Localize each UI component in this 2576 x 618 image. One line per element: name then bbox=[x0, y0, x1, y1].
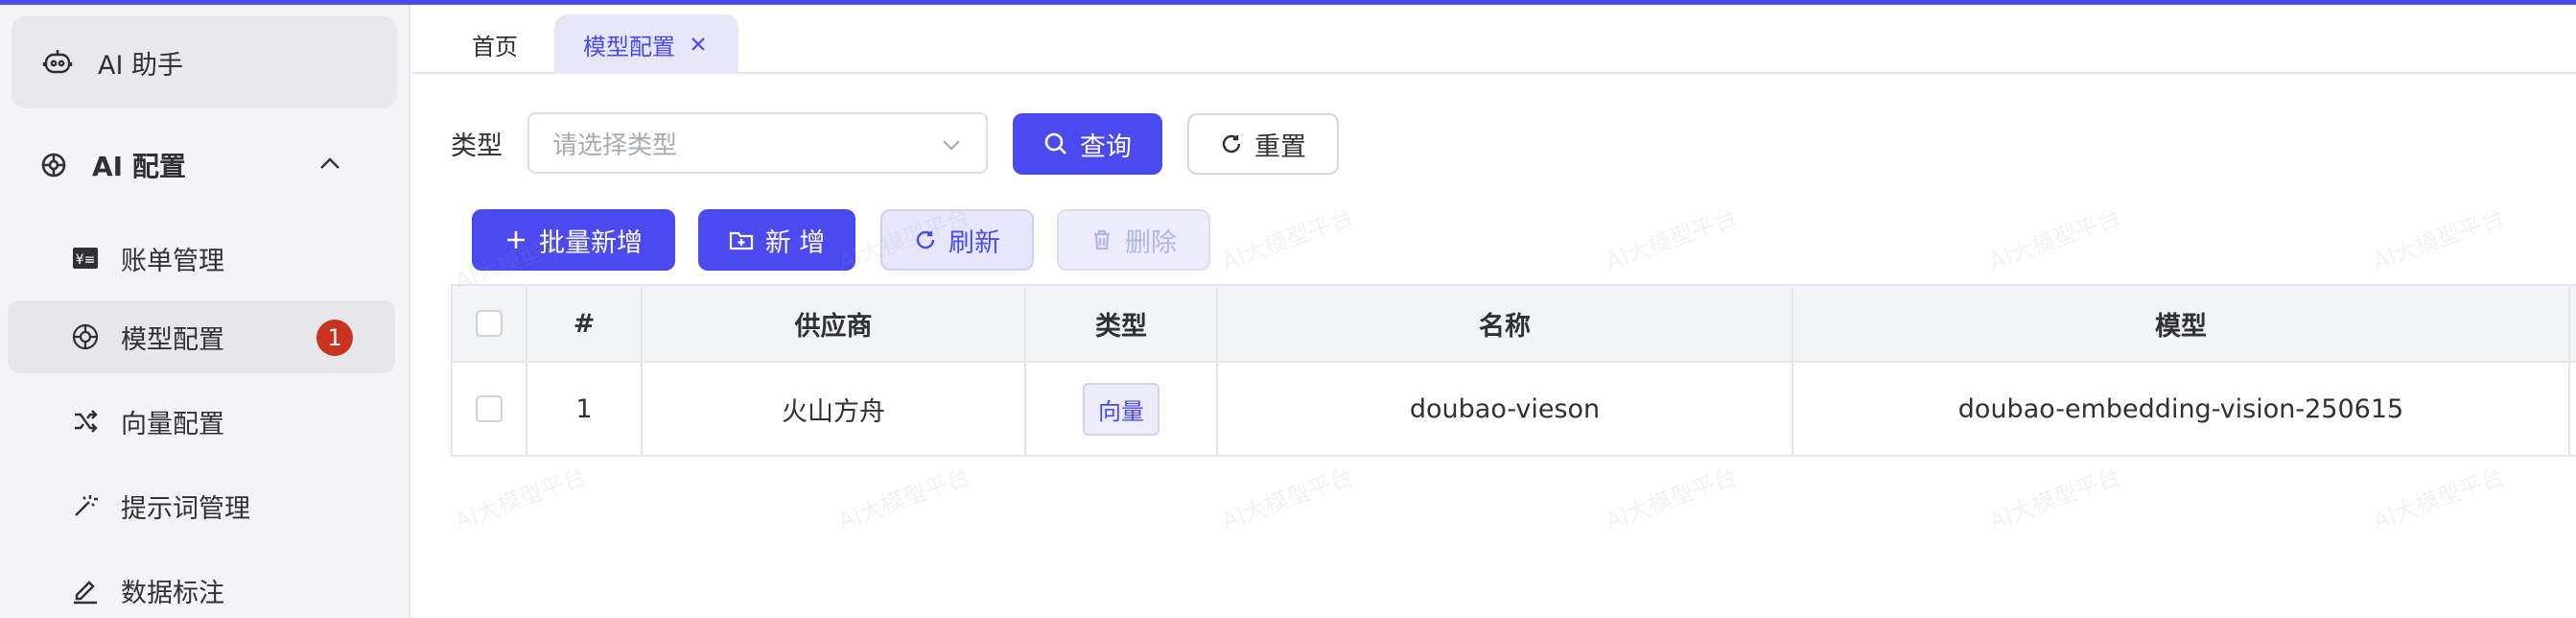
sidebar-item-label: 向量配置 bbox=[121, 409, 224, 440]
plus-icon bbox=[504, 228, 527, 251]
refresh-button[interactable]: 刷新 bbox=[880, 209, 1034, 271]
column-header-type: 类型 bbox=[1026, 286, 1218, 361]
watermark: AI大模型平台 bbox=[1218, 463, 1357, 535]
tab-label: 模型配置 bbox=[583, 33, 675, 60]
tab-model-config[interactable]: 模型配置 bbox=[554, 14, 738, 74]
sidebar-item-label: 模型配置 bbox=[121, 324, 224, 355]
column-header-index: # bbox=[527, 286, 643, 361]
sidebar-ai-assistant[interactable]: AI 助手 bbox=[12, 16, 397, 108]
sidebar-item-annotation[interactable]: 数据标注 bbox=[8, 554, 395, 618]
refresh-label: 刷新 bbox=[948, 227, 1000, 258]
cell-name: doubao-vieson bbox=[1218, 363, 1793, 455]
cell-type: 向量 bbox=[1026, 363, 1218, 455]
shuffle-icon bbox=[71, 407, 100, 436]
watermark: AI大模型平台 bbox=[1602, 463, 1741, 535]
delete-label: 删除 bbox=[1125, 227, 1177, 258]
sidebar-group-ai-config[interactable]: AI 配置 bbox=[12, 130, 397, 201]
reset-button[interactable]: 重置 bbox=[1187, 113, 1339, 175]
query-button[interactable]: 查询 bbox=[1013, 113, 1162, 175]
type-tag: 向量 bbox=[1083, 382, 1159, 436]
sidebar-group-label: AI 配置 bbox=[92, 151, 186, 182]
cell-model: doubao-embedding-vision-250615 bbox=[1793, 363, 2570, 455]
sidebar-item-label: 数据标注 bbox=[121, 578, 224, 608]
model-table: # 供应商 类型 名称 模型 1 火山方舟 向量 doubao-vieson d… bbox=[451, 284, 2576, 457]
batch-add-label: 批量新增 bbox=[539, 227, 643, 258]
tab-bar: 首页 模型配置 bbox=[412, 5, 2576, 74]
watermark: AI大模型平台 bbox=[2369, 203, 2508, 276]
tab-home[interactable]: 首页 bbox=[472, 14, 518, 74]
type-select-placeholder: 请选择类型 bbox=[552, 131, 678, 160]
query-button-label: 查询 bbox=[1080, 131, 1132, 162]
watermark: AI大模型平台 bbox=[2369, 463, 2508, 535]
watermark: AI大模型平台 bbox=[1985, 203, 2124, 276]
batch-add-button[interactable]: 批量新增 bbox=[472, 209, 675, 271]
column-divider bbox=[2570, 286, 2576, 361]
reset-button-label: 重置 bbox=[1254, 131, 1306, 162]
select-all-checkbox[interactable] bbox=[476, 310, 503, 337]
sidebar-item-bills[interactable]: ¥≡ 账单管理 bbox=[8, 222, 395, 295]
bill-icon: ¥≡ bbox=[71, 244, 100, 273]
cell-index: 1 bbox=[527, 363, 643, 455]
column-header-name: 名称 bbox=[1218, 286, 1793, 361]
sidebar-item-label: 提示词管理 bbox=[121, 493, 250, 524]
refresh-icon bbox=[1220, 132, 1243, 155]
add-button[interactable]: 新 增 bbox=[698, 209, 855, 271]
search-icon bbox=[1043, 131, 1068, 156]
sidebar-item-label: 账单管理 bbox=[121, 246, 224, 276]
robot-icon bbox=[40, 45, 75, 80]
watermark: AI大模型平台 bbox=[1602, 203, 1741, 276]
watermark: AI大模型平台 bbox=[1218, 203, 1357, 276]
sidebar-item-vector-config[interactable]: 向量配置 bbox=[8, 385, 395, 458]
chevron-down-icon bbox=[940, 133, 963, 163]
folder-add-icon bbox=[729, 228, 754, 251]
watermark: AI大模型平台 bbox=[1985, 463, 2124, 535]
row-select-cell bbox=[453, 363, 527, 455]
sidebar-item-prompts[interactable]: 提示词管理 bbox=[8, 469, 395, 542]
trash-icon bbox=[1090, 228, 1113, 251]
ai-chip-icon bbox=[38, 150, 69, 180]
row-checkbox[interactable] bbox=[476, 395, 503, 422]
type-filter-label: 类型 bbox=[451, 131, 503, 161]
edit-icon bbox=[71, 576, 100, 605]
add-label: 新 增 bbox=[764, 227, 826, 258]
watermark: AI大模型平台 bbox=[451, 463, 590, 535]
table-row[interactable]: 1 火山方舟 向量 doubao-vieson doubao-embedding… bbox=[453, 363, 2576, 455]
column-header-provider: 供应商 bbox=[643, 286, 1026, 361]
sidebar-ai-assistant-label: AI 助手 bbox=[98, 50, 184, 81]
cell-provider: 火山方舟 bbox=[643, 363, 1026, 455]
notification-badge: 1 bbox=[316, 320, 353, 356]
refresh-icon bbox=[914, 228, 937, 251]
wand-icon bbox=[71, 491, 100, 520]
watermark: AI大模型平台 bbox=[834, 463, 973, 535]
type-select[interactable]: 请选择类型 bbox=[527, 112, 988, 174]
column-header-model: 模型 bbox=[1793, 286, 2570, 361]
table-header: # 供应商 类型 名称 模型 bbox=[453, 286, 2576, 363]
close-icon[interactable] bbox=[689, 35, 708, 54]
chevron-up-icon bbox=[316, 151, 343, 181]
sidebar: AI 助手 AI 配置 ¥≡ 账单管理 模型配置 1 向量配置 提示词管理 数据… bbox=[0, 5, 410, 618]
column-divider bbox=[2570, 363, 2576, 455]
sidebar-item-model-config[interactable]: 模型配置 1 bbox=[8, 300, 395, 373]
delete-button[interactable]: 删除 bbox=[1057, 209, 1210, 271]
svg-text:¥≡: ¥≡ bbox=[76, 252, 96, 268]
header-select-cell bbox=[453, 286, 527, 361]
model-icon bbox=[71, 322, 100, 351]
